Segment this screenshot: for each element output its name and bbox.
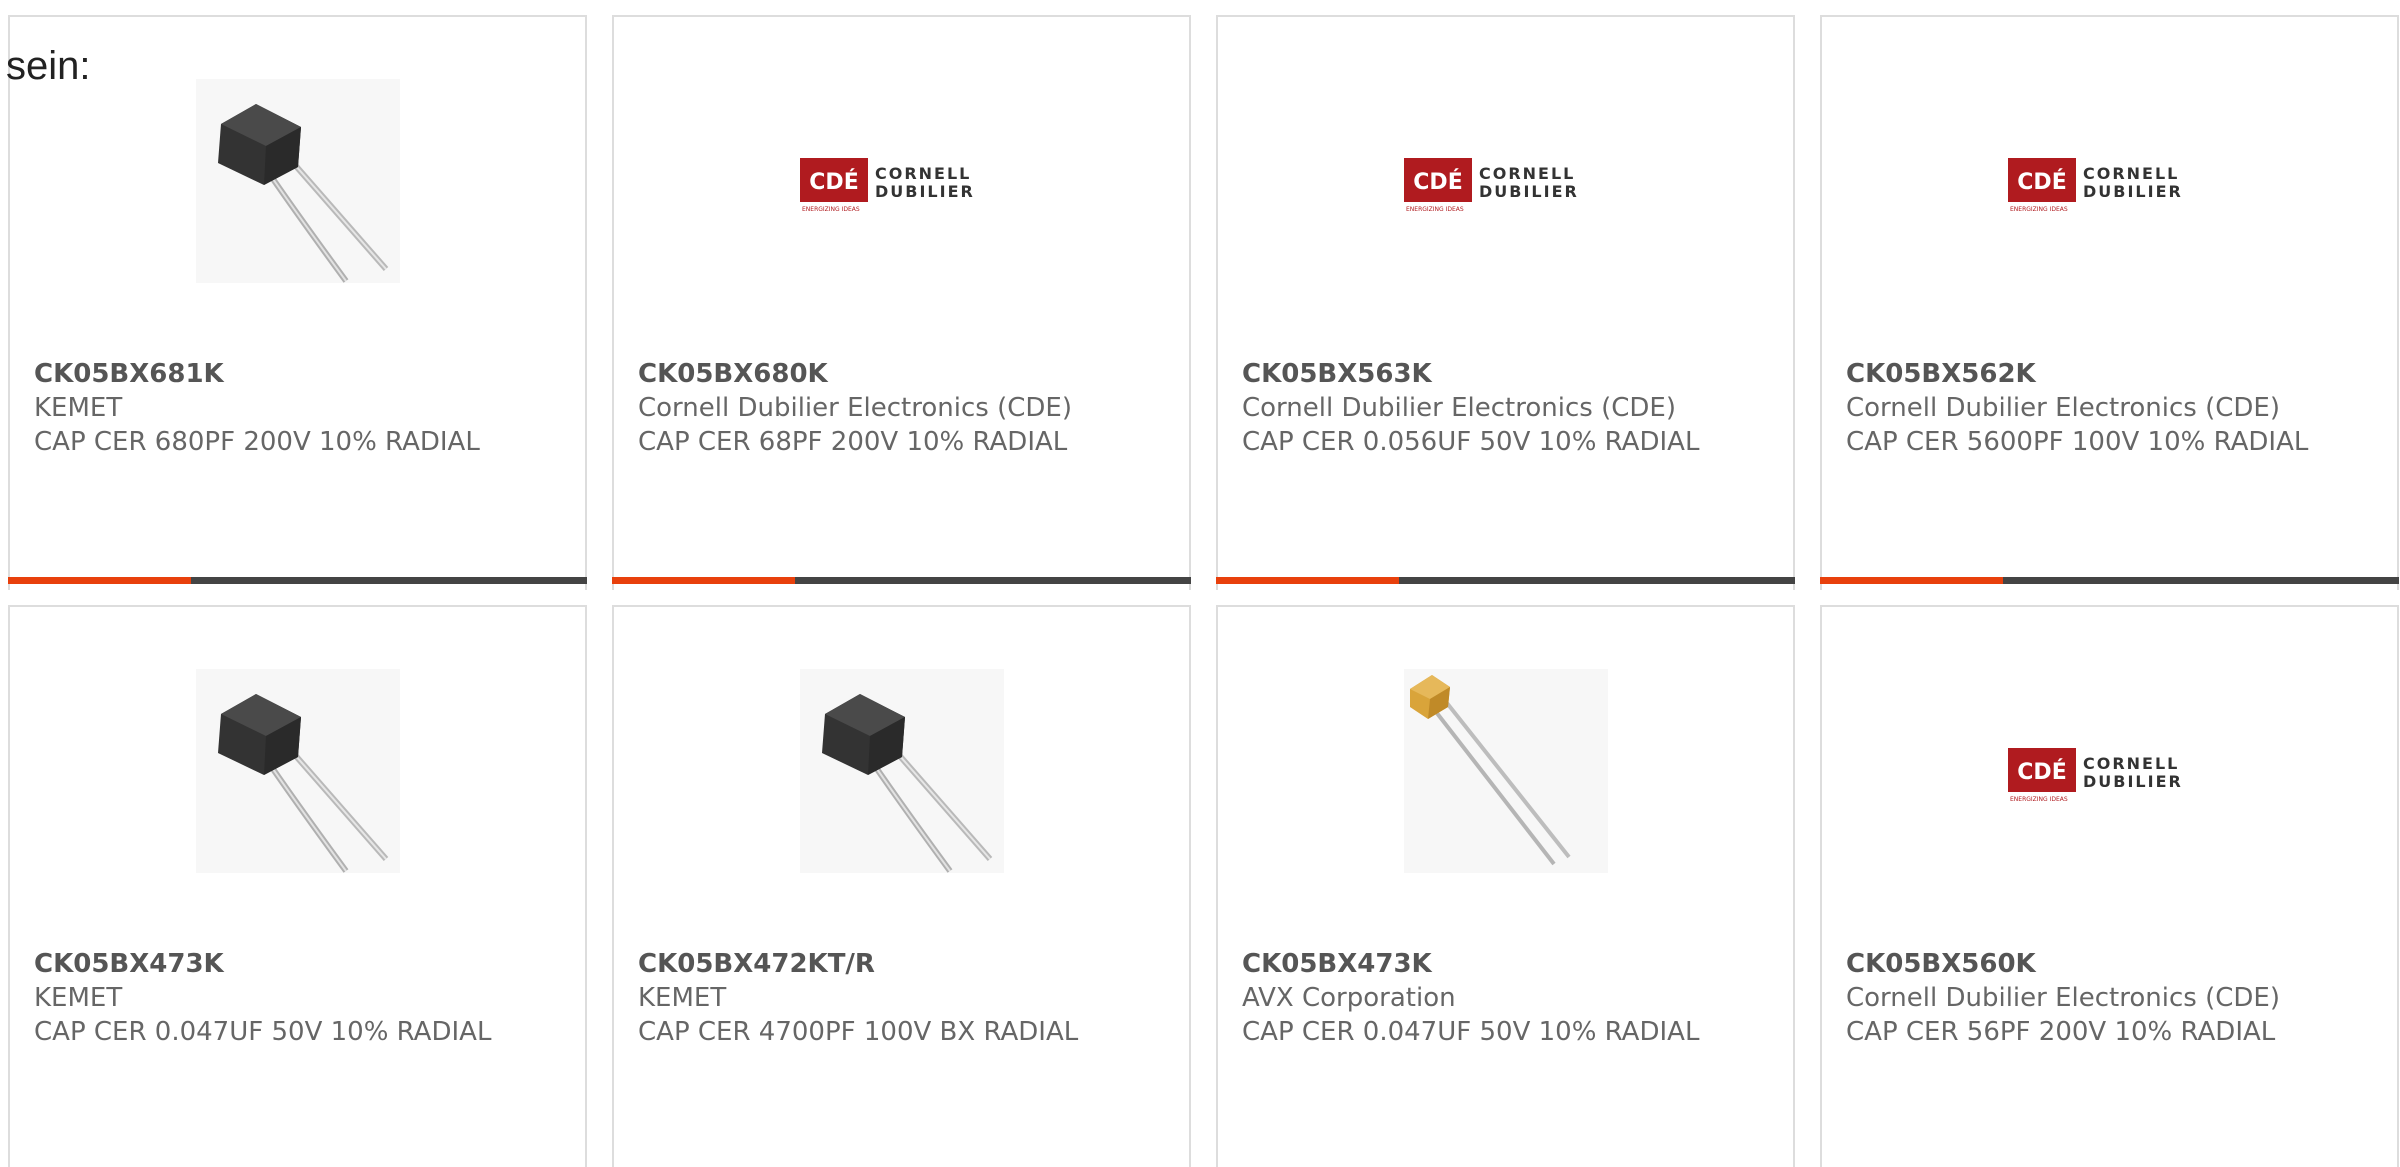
cornell-dubilier-logo[interactable]: CDÉ CORNELL DUBILIER ENERGIZING IDEAS (2007, 669, 2212, 873)
cde-logo-line2: DUBILIER (2083, 182, 2183, 201)
part-number-link[interactable]: CK05BX472KT/R (638, 947, 1168, 981)
cde-logo-line1: CORNELL (2083, 754, 2179, 773)
part-number-link[interactable]: CK05BX680K (638, 357, 1168, 391)
product-results-page: sein: CK05BX681K KEMET CAP CER 680PF 200… (0, 0, 2400, 1167)
manufacturer-name: Cornell Dubilier Electronics (CDE) (638, 393, 1072, 423)
cornell-dubilier-logo[interactable]: CDÉ CORNELL DUBILIER ENERGIZING IDEAS (1403, 79, 1608, 283)
product-info: CK05BX473K AVX Corporation CAP CER 0.047… (1242, 947, 1772, 1049)
cde-logo-graphic: CDÉ CORNELL DUBILIER ENERGIZING IDEAS (2007, 748, 2183, 803)
cde-logo-tagline: ENERGIZING IDEAS (2010, 206, 2068, 213)
card-bottom-bar (1820, 577, 2399, 584)
product-description: CAP CER 0.047UF 50V 10% RADIAL (1242, 1017, 1700, 1047)
product-description: CAP CER 4700PF 100V BX RADIAL (638, 1017, 1079, 1047)
product-card[interactable]: CDÉ CORNELL DUBILIER ENERGIZING IDEAS CK… (1820, 15, 2399, 590)
card-bottom-bar (612, 577, 1191, 584)
cde-logo-mark: CDÉ (2017, 759, 2066, 785)
cde-logo-mark: CDÉ (809, 169, 858, 195)
cde-logo-line2: DUBILIER (2083, 772, 2183, 791)
part-number-link[interactable]: CK05BX560K (1846, 947, 2376, 981)
cde-logo-line1: CORNELL (1479, 164, 1575, 183)
product-info: CK05BX473K KEMET CAP CER 0.047UF 50V 10%… (34, 947, 564, 1049)
product-info: CK05BX562K Cornell Dubilier Electronics … (1846, 357, 2376, 459)
product-card[interactable]: CK05BX681K KEMET CAP CER 680PF 200V 10% … (8, 15, 587, 590)
manufacturer-name: Cornell Dubilier Electronics (CDE) (1846, 393, 2280, 423)
card-bar-accent (612, 577, 795, 584)
manufacturer-name: KEMET (34, 393, 123, 423)
card-bottom-bar (8, 577, 587, 584)
cde-logo-line2: DUBILIER (875, 182, 975, 201)
black-radial-capacitor-image[interactable] (195, 669, 400, 873)
product-description: CAP CER 0.047UF 50V 10% RADIAL (34, 1017, 492, 1047)
product-info: CK05BX560K Cornell Dubilier Electronics … (1846, 947, 2376, 1049)
card-bar-accent (1216, 577, 1399, 584)
product-description: CAP CER 680PF 200V 10% RADIAL (34, 427, 480, 457)
manufacturer-name: KEMET (638, 983, 727, 1013)
cornell-dubilier-logo[interactable]: CDÉ CORNELL DUBILIER ENERGIZING IDEAS (2007, 79, 2212, 283)
product-card[interactable]: CK05BX472KT/R KEMET CAP CER 4700PF 100V … (612, 605, 1191, 1167)
product-info: CK05BX680K Cornell Dubilier Electronics … (638, 357, 1168, 459)
product-description: CAP CER 56PF 200V 10% RADIAL (1846, 1017, 2276, 1047)
yellow-radial-capacitor-image[interactable] (1403, 669, 1608, 873)
cde-logo-mark: CDÉ (1413, 169, 1462, 195)
manufacturer-name: Cornell Dubilier Electronics (CDE) (1846, 983, 2280, 1013)
part-number-link[interactable]: CK05BX473K (34, 947, 564, 981)
cde-logo-tagline: ENERGIZING IDEAS (2010, 796, 2068, 803)
product-description: CAP CER 5600PF 100V 10% RADIAL (1846, 427, 2309, 457)
cde-logo-line1: CORNELL (2083, 164, 2179, 183)
card-bottom-bar (1216, 577, 1795, 584)
product-info: CK05BX472KT/R KEMET CAP CER 4700PF 100V … (638, 947, 1168, 1049)
product-card[interactable]: CDÉ CORNELL DUBILIER ENERGIZING IDEAS CK… (1216, 15, 1795, 590)
capacitor-photo (195, 669, 400, 873)
product-description: CAP CER 68PF 200V 10% RADIAL (638, 427, 1068, 457)
product-grid: CK05BX681K KEMET CAP CER 680PF 200V 10% … (8, 15, 2399, 1167)
capacitor-photo (195, 79, 400, 283)
capacitor-photo (799, 669, 1004, 873)
cde-logo-line1: CORNELL (875, 164, 971, 183)
card-bar-accent (1820, 577, 2003, 584)
cde-logo-graphic: CDÉ CORNELL DUBILIER ENERGIZING IDEAS (799, 158, 975, 213)
part-number-link[interactable]: CK05BX473K (1242, 947, 1772, 981)
cde-logo-mark: CDÉ (2017, 169, 2066, 195)
product-card[interactable]: CDÉ CORNELL DUBILIER ENERGIZING IDEAS CK… (1820, 605, 2399, 1167)
product-card[interactable]: CDÉ CORNELL DUBILIER ENERGIZING IDEAS CK… (612, 15, 1191, 590)
cde-logo-graphic: CDÉ CORNELL DUBILIER ENERGIZING IDEAS (2007, 158, 2183, 213)
card-bar-accent (8, 577, 191, 584)
product-card[interactable]: CK05BX473K AVX Corporation CAP CER 0.047… (1216, 605, 1795, 1167)
product-info: CK05BX681K KEMET CAP CER 680PF 200V 10% … (34, 357, 564, 459)
cde-logo-graphic: CDÉ CORNELL DUBILIER ENERGIZING IDEAS (1403, 158, 1579, 213)
capacitor-photo (1403, 669, 1608, 873)
product-card[interactable]: CK05BX473K KEMET CAP CER 0.047UF 50V 10%… (8, 605, 587, 1167)
cornell-dubilier-logo[interactable]: CDÉ CORNELL DUBILIER ENERGIZING IDEAS (799, 79, 1004, 283)
black-radial-capacitor-image[interactable] (799, 669, 1004, 873)
product-info: CK05BX563K Cornell Dubilier Electronics … (1242, 357, 1772, 459)
cde-logo-tagline: ENERGIZING IDEAS (1406, 206, 1464, 213)
cde-logo-tagline: ENERGIZING IDEAS (802, 206, 860, 213)
product-description: CAP CER 0.056UF 50V 10% RADIAL (1242, 427, 1700, 457)
manufacturer-name: Cornell Dubilier Electronics (CDE) (1242, 393, 1676, 423)
part-number-link[interactable]: CK05BX681K (34, 357, 564, 391)
part-number-link[interactable]: CK05BX563K (1242, 357, 1772, 391)
black-radial-capacitor-image[interactable] (195, 79, 400, 283)
intro-text: sein: (6, 44, 91, 88)
cde-logo-line2: DUBILIER (1479, 182, 1579, 201)
part-number-link[interactable]: CK05BX562K (1846, 357, 2376, 391)
manufacturer-name: AVX Corporation (1242, 983, 1456, 1013)
manufacturer-name: KEMET (34, 983, 123, 1013)
